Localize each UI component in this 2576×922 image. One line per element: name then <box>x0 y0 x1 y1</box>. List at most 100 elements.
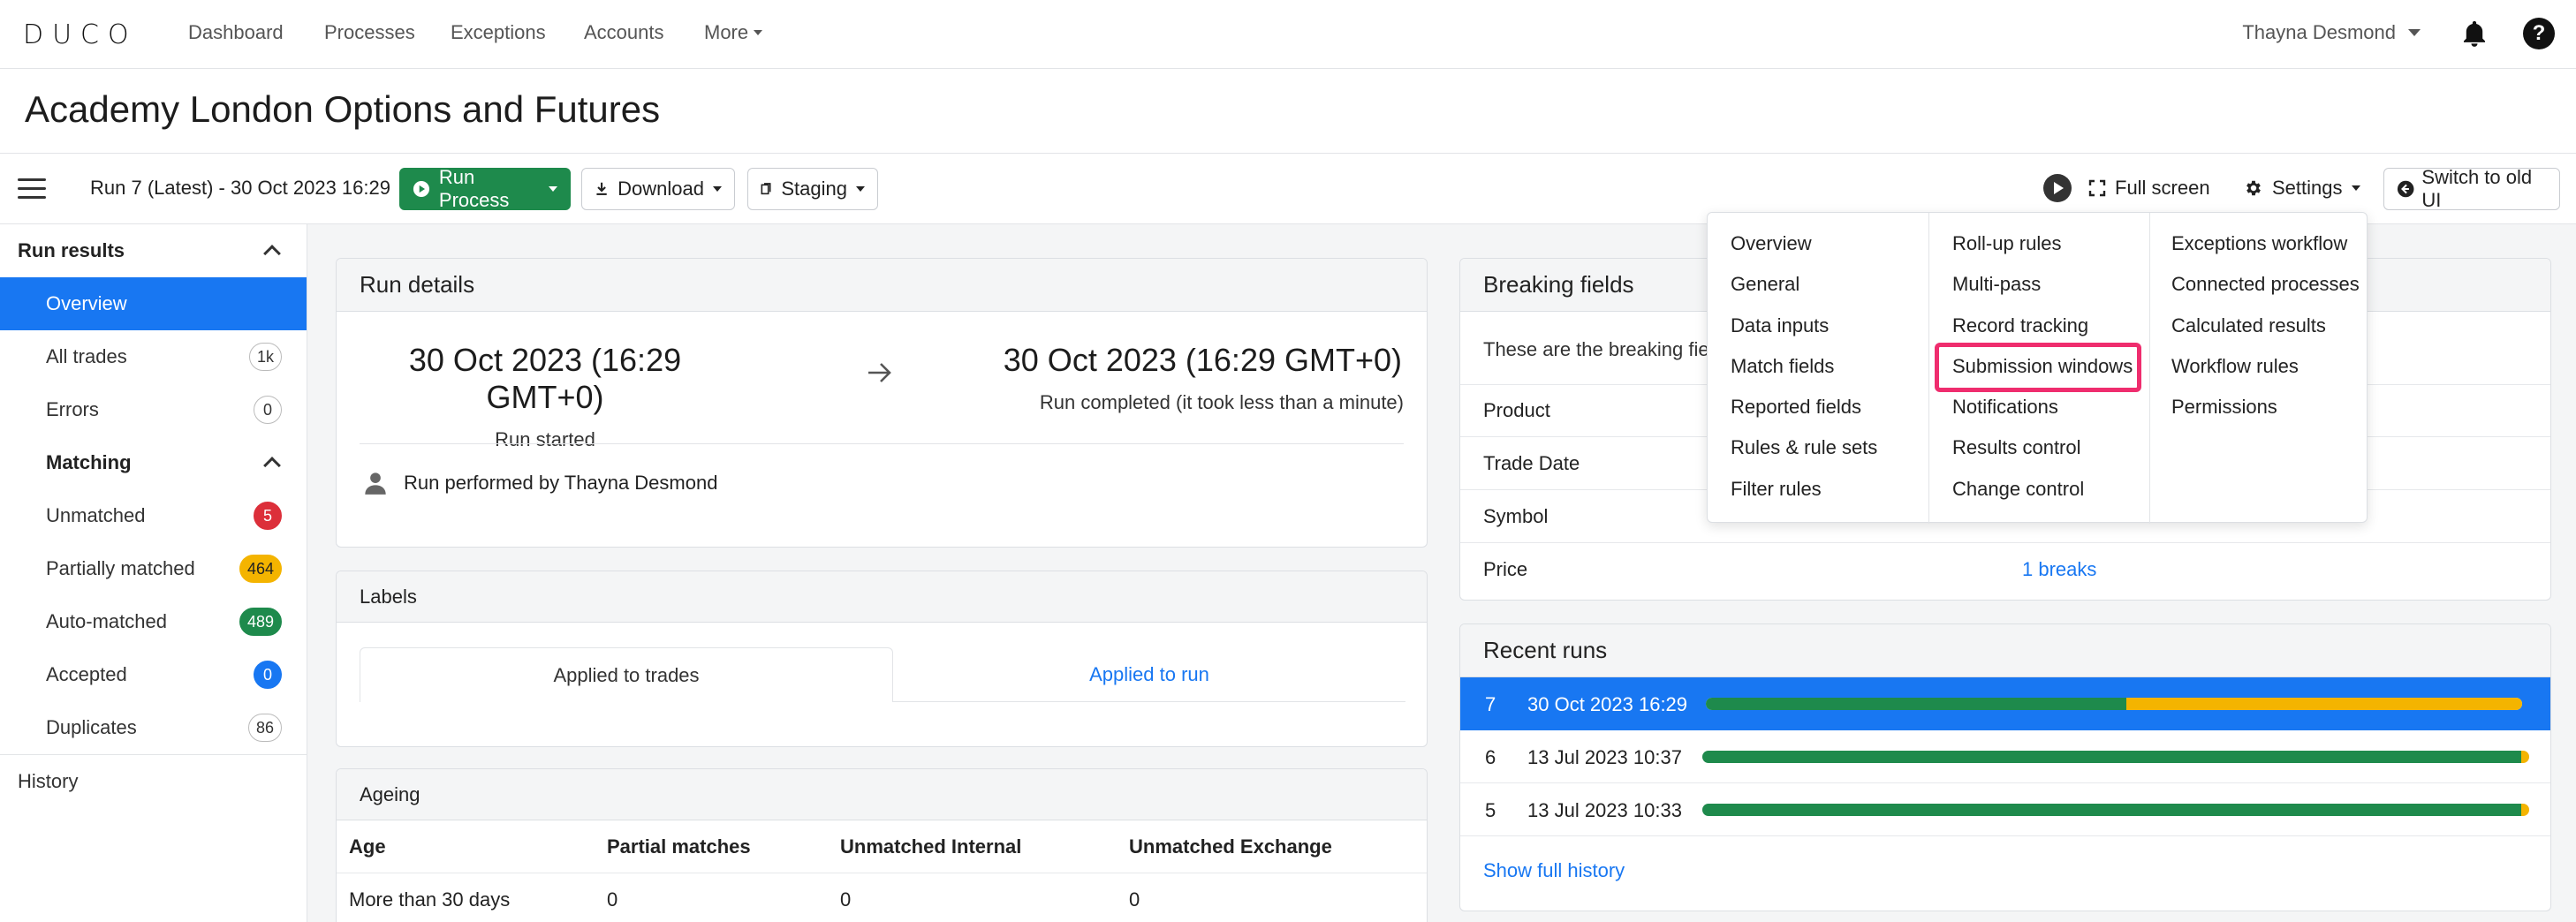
sidebar-item-errors[interactable]: Errors 0 <box>0 383 307 436</box>
sidebar: Run results Overview All trades 1k Error… <box>0 224 307 922</box>
count-badge: 489 <box>239 608 282 636</box>
sidebar-item-partially-matched[interactable]: Partially matched 464 <box>0 542 307 595</box>
recent-run-row[interactable]: 7 30 Oct 2023 16:29 <box>1460 677 2550 730</box>
ageing-card: Ageing Age Partial matches Unmatched Int… <box>336 768 1428 922</box>
sidebar-item-label: Auto-matched <box>46 610 167 632</box>
table-row: More than 30 days 0 0 0 <box>337 873 1427 922</box>
bell-icon[interactable] <box>2459 18 2489 49</box>
run-date: 30 Oct 2023 16:29 <box>1527 693 1688 715</box>
partial-segment <box>2520 804 2529 816</box>
menu-item-results-control[interactable]: Results control <box>1952 436 2081 459</box>
tab-applied-to-run[interactable]: Applied to run <box>893 647 1405 702</box>
chevron-down-icon <box>2351 185 2360 191</box>
card-title: Run details <box>337 259 1427 312</box>
run-details-card: Run details 30 Oct 2023 (16:29 GMT+0) Ru… <box>336 258 1428 548</box>
document-copy-icon <box>761 183 771 195</box>
run-process-button[interactable]: Run Process <box>399 166 571 211</box>
count-badge: 0 <box>254 396 282 424</box>
tab-applied-to-trades[interactable]: Applied to trades <box>360 647 893 702</box>
breaking-fields-intro: These are the breaking fields <box>1483 338 1734 360</box>
menu-item-data-inputs[interactable]: Data inputs <box>1731 314 1829 337</box>
run-selector[interactable]: Run 7 (Latest) - 30 Oct 2023 16:29 <box>90 177 408 200</box>
menu-item-permissions[interactable]: Permissions <box>2171 396 2277 419</box>
sidebar-item-label: Duplicates <box>46 716 137 738</box>
staging-button[interactable]: Staging <box>747 168 878 210</box>
gear-icon <box>2246 180 2261 196</box>
menu-item-record-tracking[interactable]: Record tracking <box>1952 314 2088 337</box>
menu-item-calculated-results[interactable]: Calculated results <box>2171 314 2326 337</box>
chevron-down-icon <box>754 30 763 35</box>
top-navigation: DUCO Dashboard Processes Exceptions Acco… <box>0 0 2576 69</box>
download-icon <box>596 182 607 195</box>
sidebar-item-all-trades[interactable]: All trades 1k <box>0 330 307 383</box>
run-process-label: Run Process <box>438 166 510 211</box>
play-circle-icon <box>413 180 430 198</box>
card-title: Recent runs <box>1460 624 2550 677</box>
sidebar-item-label: Partially matched <box>46 557 195 579</box>
sidebar-item-history[interactable]: History <box>0 755 307 808</box>
run-number: 7 <box>1485 693 1496 715</box>
menu-item-filter-rules[interactable]: Filter rules <box>1731 478 1822 501</box>
run-number: 6 <box>1485 746 1496 768</box>
menu-item-workflow-rules[interactable]: Workflow rules <box>2171 355 2299 378</box>
menu-item-change-control[interactable]: Change control <box>1952 478 2084 501</box>
help-icon[interactable]: ? <box>2523 18 2555 49</box>
sidebar-item-accepted[interactable]: Accepted 0 <box>0 648 307 701</box>
menu-item-connected-processes[interactable]: Connected processes <box>2171 273 2360 296</box>
user-menu[interactable]: Thayna Desmond <box>2242 21 2421 44</box>
nav-dashboard[interactable]: Dashboard <box>188 21 284 44</box>
chevron-down-icon <box>856 186 865 192</box>
settings-button[interactable]: Settings <box>2244 177 2360 200</box>
full-screen-button[interactable]: Full screen <box>2088 177 2210 200</box>
breaks-link[interactable]: 1 breaks <box>2022 558 2096 581</box>
sidebar-item-overview[interactable]: Overview <box>0 277 307 330</box>
menu-item-roll-up-rules[interactable]: Roll-up rules <box>1952 232 2062 255</box>
page-title: Academy London Options and Futures <box>25 88 661 130</box>
play-button-icon[interactable] <box>2042 173 2072 203</box>
sidebar-section-label: Matching <box>46 451 132 473</box>
person-icon <box>365 472 386 495</box>
partial-segment <box>2125 698 2522 710</box>
menu-item-submission-windows[interactable]: Submission windows <box>1952 355 2133 378</box>
settings-menu-column: Roll-up rules Multi-pass Record tracking… <box>1928 213 2149 524</box>
sidebar-section-matching[interactable]: Matching <box>0 436 307 489</box>
recent-runs-list: 7 30 Oct 2023 16:29 6 13 Jul 2023 10:37 … <box>1460 677 2550 836</box>
download-button[interactable]: Download <box>581 168 735 210</box>
field-name: Trade Date <box>1483 451 1580 474</box>
nav-more[interactable]: More <box>704 21 763 44</box>
recent-run-row[interactable]: 6 13 Jul 2023 10:37 <box>1460 730 2550 783</box>
menu-item-overview[interactable]: Overview <box>1731 232 1812 255</box>
menu-item-reported-fields[interactable]: Reported fields <box>1731 396 1861 419</box>
menu-item-multi-pass[interactable]: Multi-pass <box>1952 273 2041 296</box>
count-badge: 1k <box>248 343 282 371</box>
menu-item-notifications[interactable]: Notifications <box>1952 396 2058 419</box>
sidebar-item-unmatched[interactable]: Unmatched 5 <box>0 489 307 542</box>
menu-item-general[interactable]: General <box>1731 273 1799 296</box>
settings-menu-column: Overview General Data inputs Match field… <box>1708 213 1928 524</box>
switch-ui-label: Switch to old UI <box>2421 166 2533 211</box>
card-title: Labels <box>337 571 1427 623</box>
sidebar-item-auto-matched[interactable]: Auto-matched 489 <box>0 595 307 648</box>
sidebar-section-run-results[interactable]: Run results <box>0 224 307 277</box>
divider <box>360 443 1404 444</box>
settings-dropdown-menu: Overview General Data inputs Match field… <box>1707 212 2368 524</box>
menu-item-rules-and-rule-sets[interactable]: Rules & rule sets <box>1731 436 1877 459</box>
nav-processes[interactable]: Processes <box>324 21 415 44</box>
recent-run-row[interactable]: 5 13 Jul 2023 10:33 <box>1460 783 2550 836</box>
sidebar-item-duplicates[interactable]: Duplicates 86 <box>0 701 307 754</box>
show-full-history-link[interactable]: Show full history <box>1483 859 1625 882</box>
fullscreen-icon <box>2088 179 2106 197</box>
menu-item-match-fields[interactable]: Match fields <box>1731 355 1834 378</box>
performed-by-text: Run performed by Thayna Desmond <box>404 472 718 494</box>
nav-accounts[interactable]: Accounts <box>584 21 664 44</box>
chevron-up-icon <box>263 457 281 474</box>
duco-logo[interactable]: DUCO <box>23 19 138 50</box>
back-arrow-circle-icon <box>2397 180 2414 198</box>
nav-exceptions[interactable]: Exceptions <box>451 21 546 44</box>
sidebar-item-label: Errors <box>46 398 99 420</box>
hamburger-menu-icon[interactable] <box>18 178 46 200</box>
field-name: Price <box>1483 558 1528 580</box>
table-cell: 0 <box>840 888 852 911</box>
switch-to-old-ui-button[interactable]: Switch to old UI <box>2383 166 2560 211</box>
menu-item-exceptions-workflow[interactable]: Exceptions workflow <box>2171 232 2347 255</box>
